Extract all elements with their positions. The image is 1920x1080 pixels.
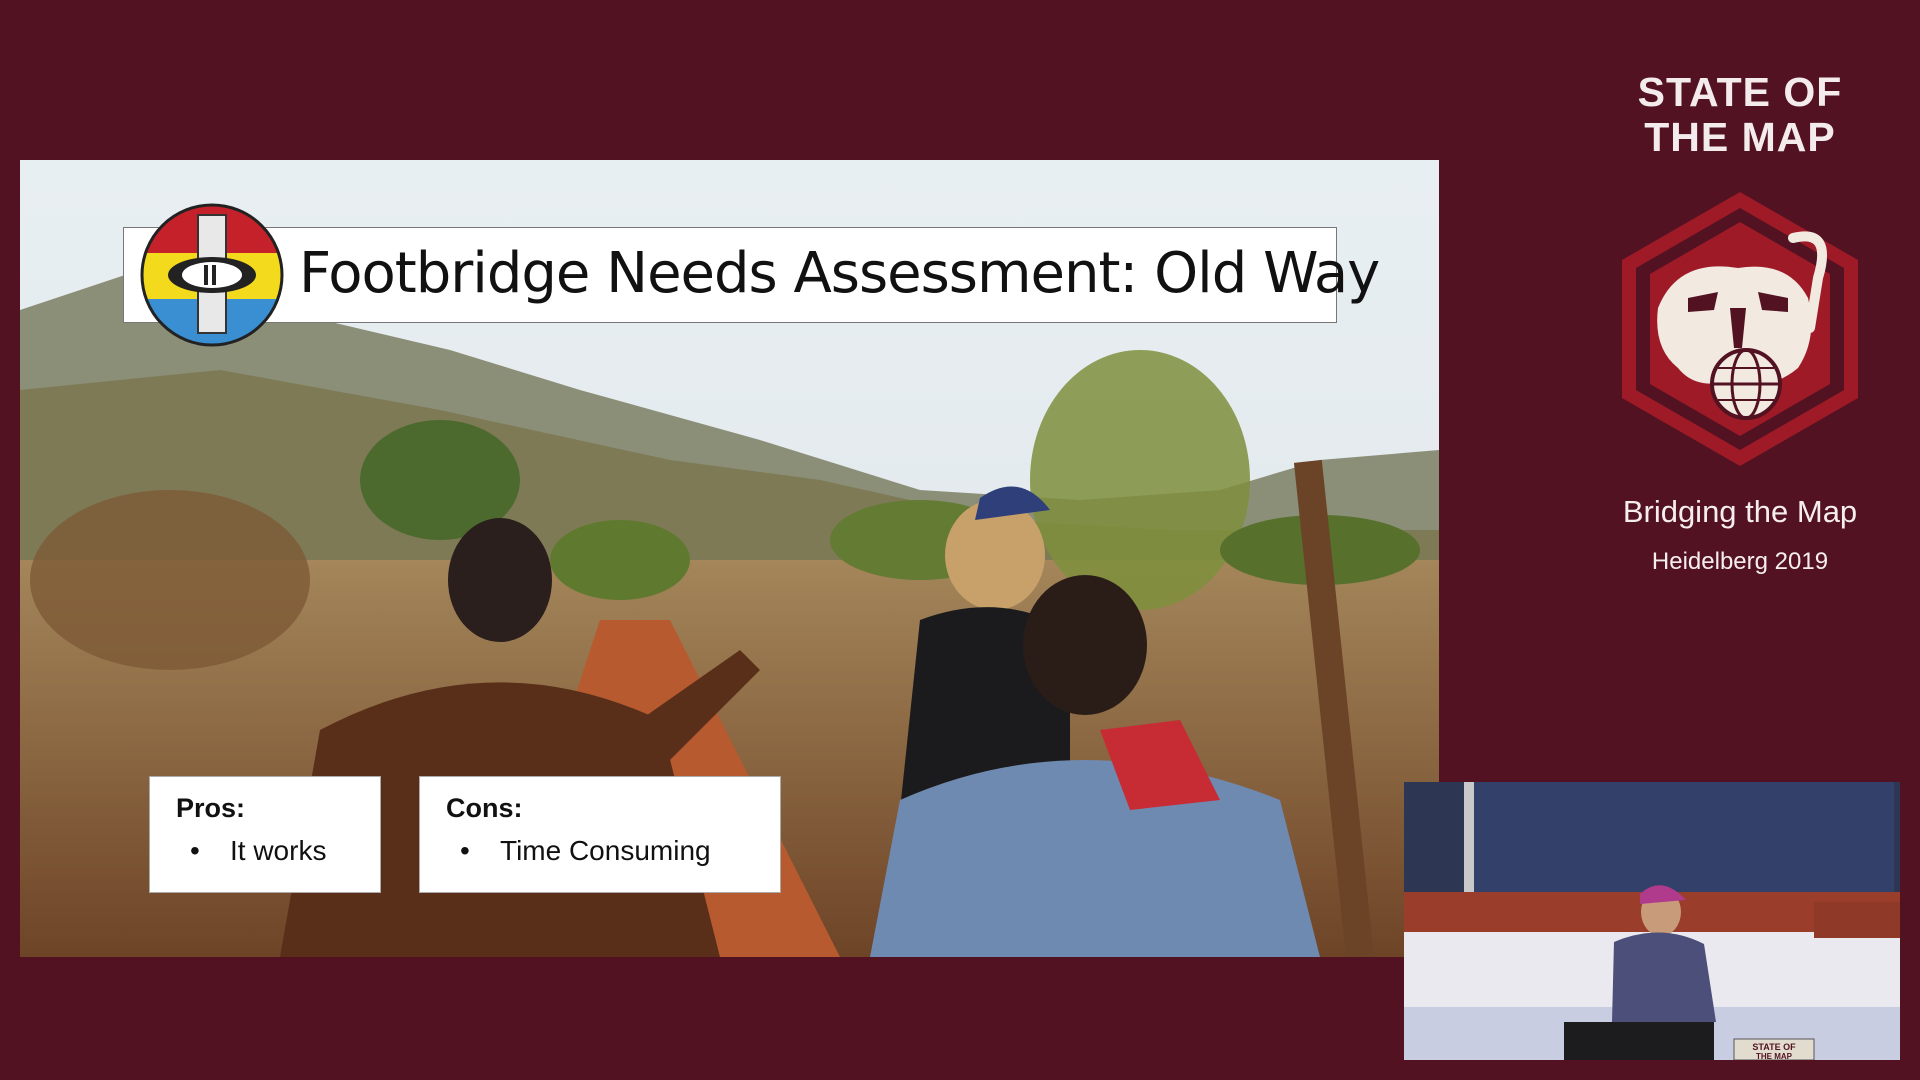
cons-item-text: Time Consuming bbox=[500, 835, 711, 866]
conference-title-line1: STATE OF bbox=[1637, 69, 1843, 115]
eswatini-emblem-icon bbox=[140, 203, 284, 347]
conference-title-line2: THE MAP bbox=[1644, 114, 1836, 160]
cons-card: Cons: • Time Consuming bbox=[419, 776, 781, 893]
bullet-glyph: • bbox=[460, 835, 470, 866]
presentation-slide: Footbridge Needs Assessment: Old Way Pro… bbox=[20, 160, 1439, 957]
cons-item: • Time Consuming bbox=[460, 835, 711, 867]
slide-title: Footbridge Needs Assessment: Old Way bbox=[299, 241, 1380, 306]
sotm-lion-globe-hexagon-icon bbox=[1622, 192, 1858, 466]
pros-heading: Pros: bbox=[176, 793, 246, 823]
pros-item-text: It works bbox=[230, 835, 327, 866]
bullet-glyph: • bbox=[190, 835, 200, 866]
pros-card: Pros: • It works bbox=[149, 776, 381, 893]
conference-location: Heidelberg 2019 bbox=[1651, 548, 1829, 575]
podium-label-line2: THE MAP bbox=[1756, 1052, 1793, 1060]
slide-title-box: Footbridge Needs Assessment: Old Way bbox=[123, 227, 1380, 323]
conference-branding: STATE OF THE MAP Bridging the Map Heidel… bbox=[1590, 70, 1890, 575]
speaker-video-frame: STATE OF THE MAP bbox=[1404, 782, 1900, 1060]
conference-subtitle: Bridging the Map bbox=[1622, 494, 1858, 529]
speaker-video-inset: STATE OF THE MAP bbox=[1404, 782, 1900, 1060]
conference-title: STATE OF THE MAP bbox=[1590, 70, 1890, 160]
pros-item: • It works bbox=[190, 835, 326, 867]
cons-heading: Cons: bbox=[446, 793, 523, 823]
podium-label-line1: STATE OF bbox=[1752, 1042, 1796, 1052]
